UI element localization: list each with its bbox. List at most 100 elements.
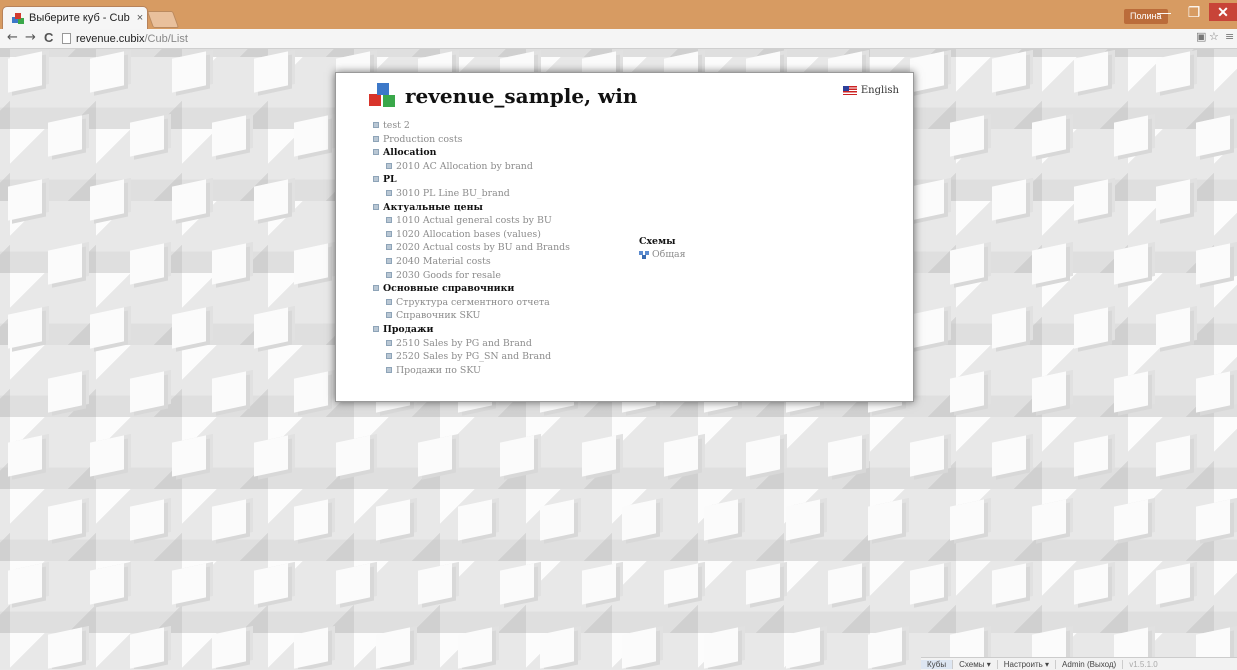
tree-bullet-icon (386, 244, 392, 251)
tree-label: 2020 Actual costs by BU and Brands (396, 242, 570, 254)
tree-group[interactable]: Продажи (373, 323, 570, 337)
tree-item[interactable]: 2040 Material costs (373, 255, 570, 269)
background-cube (1074, 51, 1108, 93)
tree-item[interactable]: test 2 (373, 119, 570, 133)
schemes-menu[interactable]: Схемы ▾ (953, 659, 998, 669)
scheme-item[interactable]: Общая (639, 248, 686, 261)
background-cube (172, 179, 206, 221)
background-cube (130, 115, 164, 157)
tree-item[interactable]: Справочник SKU (373, 309, 570, 323)
tree-item[interactable]: 2020 Actual costs by BU and Brands (373, 241, 570, 255)
tree-item[interactable]: 2010 AC Allocation by brand (373, 160, 570, 174)
tree-group[interactable]: Актуальные цены (373, 201, 570, 215)
background-cube (418, 435, 452, 477)
tree-group[interactable]: Основные справочники (373, 282, 570, 296)
browser-tab[interactable]: Выберите куб - Cub × (2, 6, 148, 29)
browser-toolbar: ← → C revenue.cubix/Cub/List ▣ ☆ ≡ (0, 29, 1237, 49)
background-cube (1074, 435, 1108, 477)
minimize-button[interactable]: — (1150, 3, 1178, 21)
background-cube (868, 499, 902, 541)
language-switch[interactable]: English (842, 85, 899, 96)
background-cube (254, 435, 288, 477)
background-cube (746, 563, 780, 605)
tree-bullet-icon (386, 230, 392, 237)
page-title: revenue_sample, win (405, 83, 638, 108)
background-cube (664, 563, 698, 605)
background-cube (704, 499, 738, 541)
tree-item[interactable]: Структура сегментного отчета (373, 296, 570, 310)
background-cube (1196, 243, 1230, 285)
cube-tree: test 2 Production costs Allocation 2010 AC … (373, 119, 570, 377)
background-cube (1074, 563, 1108, 605)
tree-item[interactable]: 2030 Goods for resale (373, 269, 570, 283)
background-cube (1156, 179, 1190, 221)
menu-icon[interactable]: ≡ (1225, 30, 1234, 43)
tree-bullet-icon (373, 325, 379, 332)
tree-bullet-icon (386, 271, 392, 278)
background-cube (90, 51, 124, 93)
scheme-label: Общая (652, 249, 686, 260)
background-cube (540, 627, 574, 669)
background-cube (1196, 371, 1230, 413)
page-icon (62, 33, 71, 44)
tree-group[interactable]: Allocation (373, 146, 570, 160)
background-cube (910, 51, 944, 93)
background-cube (622, 627, 656, 669)
address-bar[interactable]: revenue.cubix/Cub/List (62, 30, 1172, 47)
cube-favicon-icon (12, 12, 25, 24)
tree-item[interactable]: 2510 Sales by PG and Brand (373, 337, 570, 351)
forward-button[interactable]: → (25, 30, 36, 45)
tree-bullet-icon (386, 298, 392, 305)
window-close-button[interactable]: ✕ (1209, 3, 1237, 21)
background-cube (48, 627, 82, 669)
tree-item[interactable]: Продажи по SKU (373, 364, 570, 378)
background-cube (294, 115, 328, 157)
tree-group[interactable]: PL (373, 173, 570, 187)
background-cube (950, 243, 984, 285)
background-cube (540, 499, 574, 541)
tree-item[interactable]: 1010 Actual general costs by BU (373, 214, 570, 228)
settings-menu[interactable]: Настроить ▾ (998, 659, 1057, 669)
background-cube (828, 435, 862, 477)
tree-item[interactable]: 2520 Sales by PG_SN and Brand (373, 350, 570, 364)
background-cube (664, 435, 698, 477)
background-cube (992, 307, 1026, 349)
background-cube (212, 499, 246, 541)
tab-title: Выберите куб - Cub (29, 12, 130, 24)
maximize-button[interactable]: ❐ (1180, 3, 1208, 21)
background-cube (130, 243, 164, 285)
background-cube (582, 435, 616, 477)
background-cube (294, 499, 328, 541)
background-cube (254, 563, 288, 605)
background-cube (786, 627, 820, 669)
background-cube (992, 179, 1026, 221)
background-cube (90, 563, 124, 605)
background-cube (336, 435, 370, 477)
tree-item[interactable]: Production costs (373, 133, 570, 147)
new-tab-button[interactable] (146, 11, 180, 28)
tab-close-icon[interactable]: × (133, 12, 147, 24)
background-cube (336, 563, 370, 605)
background-cube (746, 435, 780, 477)
tree-bullet-icon (386, 162, 392, 169)
reload-button[interactable]: C (44, 30, 53, 45)
cubes-menu[interactable]: Кубы (921, 659, 954, 669)
background-cube (1156, 563, 1190, 605)
translate-icon[interactable]: ▣ (1196, 30, 1206, 43)
background-cube (48, 499, 82, 541)
tree-item[interactable]: 3010 PL Line BU_brand (373, 187, 570, 201)
tree-label: 2040 Material costs (396, 255, 491, 267)
background-cube (172, 51, 206, 93)
tree-item[interactable]: 1020 Allocation bases (values) (373, 228, 570, 242)
schemes-header: Схемы (639, 236, 676, 247)
background-cube (828, 563, 862, 605)
tree-bullet-icon (373, 135, 379, 142)
background-cube (1114, 499, 1148, 541)
bookmark-star-icon[interactable]: ☆ (1209, 30, 1219, 43)
background-cube (1032, 115, 1066, 157)
user-logout-link[interactable]: Admin (Выход) (1056, 659, 1124, 669)
schema-icon (639, 250, 649, 259)
background-cube (910, 179, 944, 221)
back-button[interactable]: ← (7, 30, 18, 45)
background-cube (458, 627, 492, 669)
